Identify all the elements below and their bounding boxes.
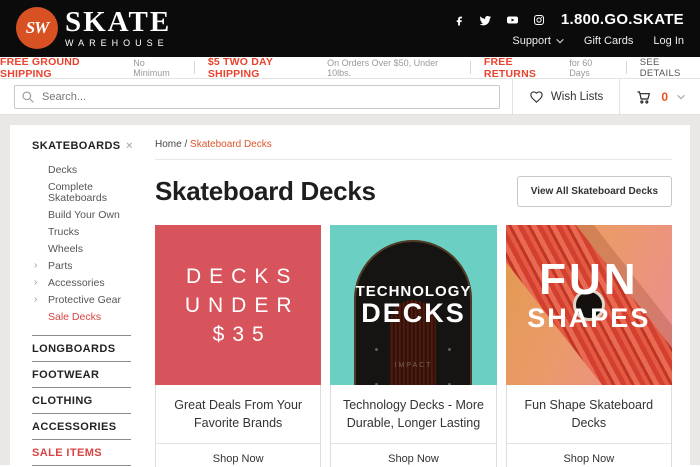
sidebar-item-sale-decks[interactable]: Sale Decks (10, 309, 145, 326)
main-content: Home / Skateboard Decks Skateboard Decks… (145, 125, 690, 467)
breadcrumb: Home / Skateboard Decks (155, 139, 672, 150)
divider (155, 159, 672, 160)
promo-subtitle: for 60 Days (569, 58, 612, 78)
card-caption: Technology Decks - More Durable, Longer … (331, 385, 495, 443)
twitter-icon[interactable] (479, 14, 492, 26)
promo-cards: DECKS UNDER $35 Great Deals From Your Fa… (155, 225, 672, 467)
page-background: SKATEBOARDS × Decks Complete Skateboards… (0, 115, 700, 465)
chevron-right-icon: › (34, 295, 37, 305)
sidebar-item-sale-items[interactable]: SALE ITEMS (10, 440, 145, 465)
card-caption: Great Deals From Your Favorite Brands (156, 385, 320, 443)
facebook-icon[interactable] (454, 14, 465, 26)
log-in-link[interactable]: Log In (653, 35, 684, 47)
top-header: SW SKATE WAREHOUSE 1.800.GO.SKATE Suppor… (0, 0, 700, 57)
search-icon (21, 90, 35, 104)
fun-shapes-banner[interactable]: FUN SHAPES (506, 225, 672, 385)
card-technology-decks: IMPACT TECHNOLOGY DECKS Technology Decks… (330, 225, 496, 467)
promo-subtitle: On Orders Over $50, Under 10lbs. (327, 58, 457, 78)
chevron-right-icon: › (34, 278, 37, 288)
wish-lists-button[interactable]: Wish Lists (513, 79, 619, 114)
cart-button[interactable]: 0 (620, 79, 700, 114)
sw-logo-icon: SW (16, 7, 58, 49)
sidebar-item-accessories-main[interactable]: ACCESSORIES (10, 414, 145, 439)
youtube-icon[interactable] (506, 14, 519, 26)
heart-icon (529, 90, 544, 104)
promo-title: FREE RETURNS (484, 56, 563, 80)
card-caption: Fun Shape Skateboard Decks (507, 385, 671, 443)
sidebar-item-clothing[interactable]: CLOTHING (10, 388, 145, 413)
technology-decks-banner[interactable]: IMPACT TECHNOLOGY DECKS (330, 225, 496, 385)
decks-under-35-banner[interactable]: DECKS UNDER $35 (155, 225, 321, 385)
chevron-down-icon (677, 94, 685, 100)
chevron-right-icon: › (34, 261, 37, 271)
category-sidebar: SKATEBOARDS × Decks Complete Skateboards… (10, 125, 145, 465)
skate-warehouse-logo[interactable]: SW SKATE WAREHOUSE (16, 7, 171, 49)
breadcrumb-home-link[interactable]: Home (155, 139, 182, 150)
see-details-link[interactable]: SEE DETAILS (640, 57, 700, 79)
sidebar-item-protective-gear[interactable]: ›Protective Gear (10, 292, 145, 309)
divider (626, 61, 627, 74)
social-links (454, 14, 545, 26)
sidebar-item-longboards[interactable]: LONGBOARDS (10, 336, 145, 361)
promo-bar: FREE GROUND SHIPPING No Minimum $5 TWO D… (0, 57, 700, 79)
promo-title: FREE GROUND SHIPPING (0, 56, 127, 80)
support-menu[interactable]: Support (512, 35, 564, 47)
deck-brand-text: IMPACT (354, 362, 472, 369)
sidebar-item-skateboards[interactable]: SKATEBOARDS × (10, 137, 145, 155)
breadcrumb-current: Skateboard Decks (190, 139, 272, 150)
sidebar-item-complete-skateboards[interactable]: Complete Skateboards (10, 179, 145, 207)
promo-title: $5 TWO DAY SHIPPING (208, 56, 321, 80)
search-row: Wish Lists 0 (0, 79, 700, 115)
sidebar-item-wheels[interactable]: Wheels (10, 241, 145, 258)
shop-now-link[interactable]: Shop Now (331, 443, 495, 467)
cart-icon (635, 89, 652, 105)
sidebar-item-build-your-own[interactable]: Build Your Own (10, 207, 145, 224)
sidebar-item-footwear[interactable]: FOOTWEAR (10, 362, 145, 387)
sidebar-item-trucks[interactable]: Trucks (10, 224, 145, 241)
page-title: Skateboard Decks (155, 176, 376, 207)
instagram-icon[interactable] (533, 14, 545, 26)
chevron-down-icon (556, 38, 564, 44)
shop-now-link[interactable]: Shop Now (156, 443, 320, 467)
card-fun-shapes: FUN SHAPES Fun Shape Skateboard Decks Sh… (506, 225, 672, 467)
sidebar-item-accessories[interactable]: ›Accessories (10, 275, 145, 292)
search-input[interactable] (14, 85, 500, 109)
shop-now-link[interactable]: Shop Now (507, 443, 671, 467)
divider (470, 61, 471, 74)
phone-number: 1.800.GO.SKATE (561, 11, 684, 28)
view-all-skateboard-decks-button[interactable]: View All Skateboard Decks (517, 176, 672, 207)
cart-count-badge: 0 (661, 90, 668, 104)
logo-warehouse-text: WAREHOUSE (65, 38, 171, 48)
close-icon[interactable]: × (126, 140, 133, 152)
promo-subtitle: No Minimum (133, 58, 181, 78)
gift-cards-link[interactable]: Gift Cards (584, 35, 634, 47)
card-decks-under-35: DECKS UNDER $35 Great Deals From Your Fa… (155, 225, 321, 467)
sidebar-item-decks[interactable]: Decks (10, 162, 145, 179)
sidebar-item-parts[interactable]: ›Parts (10, 258, 145, 275)
divider (194, 61, 195, 74)
logo-skate-text: SKATE (65, 8, 171, 37)
